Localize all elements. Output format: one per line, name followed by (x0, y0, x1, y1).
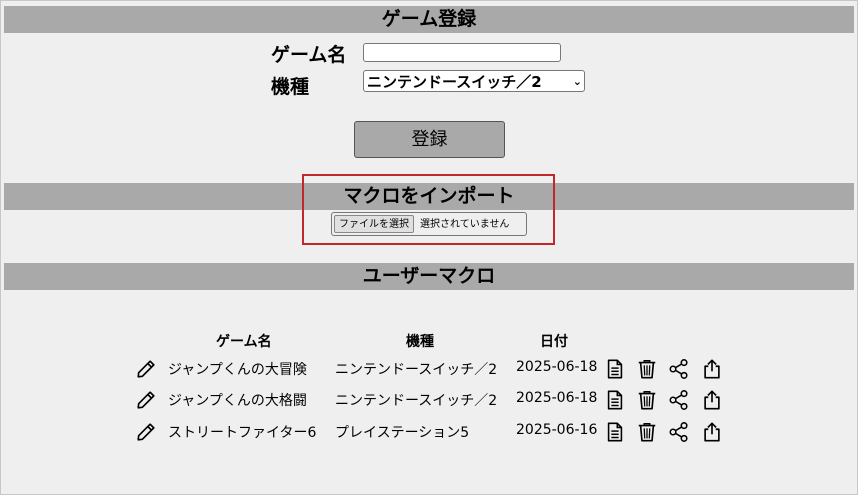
share-icon[interactable] (668, 421, 690, 443)
platform-select[interactable]: ニンテンドースイッチ／2 ⌄ (363, 70, 585, 92)
export-icon[interactable] (701, 389, 723, 411)
trash-icon[interactable] (636, 358, 658, 380)
table-row: ストリートファイター6 プレイステーション5 2025-06-16 (0, 418, 858, 448)
row-date: 2025-06-18 (516, 390, 598, 406)
file-input[interactable]: ファイルを選択 選択されていません (331, 212, 527, 236)
chevron-down-icon: ⌄ (572, 75, 582, 88)
column-header-platform: 機種 (406, 334, 434, 350)
row-game-name: ジャンプくんの大格闘 (168, 393, 307, 409)
row-game-name: ジャンプくんの大冒険 (168, 362, 307, 378)
document-icon[interactable] (604, 358, 626, 380)
platform-select-value: ニンテンドースイッチ／2 (367, 73, 542, 91)
register-button[interactable]: 登録 (354, 121, 505, 158)
choose-file-button[interactable]: ファイルを選択 (334, 215, 414, 233)
export-icon[interactable] (701, 358, 723, 380)
row-platform: ニンテンドースイッチ／2 (335, 362, 498, 378)
pencil-icon[interactable] (135, 421, 157, 443)
row-date: 2025-06-18 (516, 359, 598, 375)
table-row: ジャンプくんの大格闘 ニンテンドースイッチ／2 2025-06-18 (0, 386, 858, 416)
file-status-text: 選択されていません (420, 219, 510, 230)
platform-label: 機種 (271, 76, 310, 98)
trash-icon[interactable] (636, 421, 658, 443)
document-icon[interactable] (604, 389, 626, 411)
table-row: ジャンプくんの大冒険 ニンテンドースイッチ／2 2025-06-18 (0, 355, 858, 385)
export-icon[interactable] (701, 421, 723, 443)
pencil-icon[interactable] (135, 389, 157, 411)
row-date: 2025-06-16 (516, 422, 598, 438)
macros-section-heading: ユーザーマクロ (4, 263, 854, 290)
share-icon[interactable] (668, 389, 690, 411)
register-section-heading: ゲーム登録 (4, 6, 854, 33)
game-name-label: ゲーム名 (271, 44, 347, 66)
game-name-input[interactable] (363, 43, 561, 62)
row-game-name: ストリートファイター6 (168, 425, 317, 441)
row-platform: プレイステーション5 (335, 425, 470, 441)
pencil-icon[interactable] (135, 358, 157, 380)
column-header-game: ゲーム名 (216, 334, 272, 350)
document-icon[interactable] (604, 421, 626, 443)
share-icon[interactable] (668, 358, 690, 380)
column-header-date: 日付 (540, 334, 568, 350)
row-platform: ニンテンドースイッチ／2 (335, 393, 498, 409)
trash-icon[interactable] (636, 389, 658, 411)
